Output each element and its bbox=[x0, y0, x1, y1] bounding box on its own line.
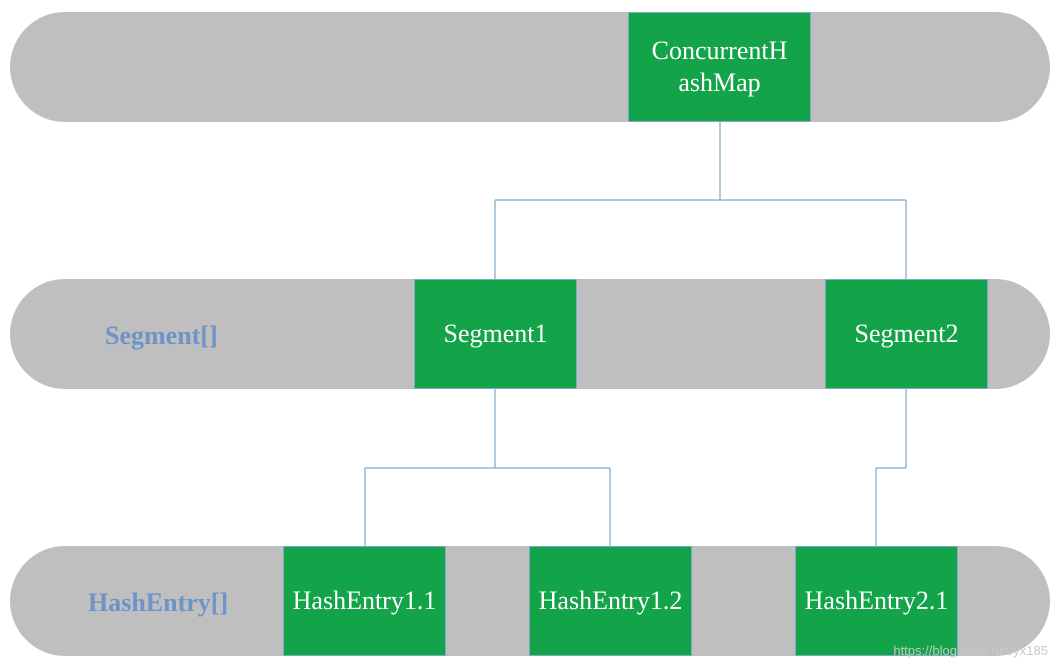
label-hashentry-array: HashEntry[] bbox=[88, 588, 228, 618]
hashentry12-text: HashEntry1.2 bbox=[539, 585, 683, 618]
hashentry11-text: HashEntry1.1 bbox=[293, 585, 437, 618]
box-hashentry-2-1: HashEntry2.1 bbox=[795, 546, 958, 656]
watermark-text: https://blog.csdn.net/yx185 bbox=[893, 643, 1048, 658]
box-hashentry-1-1: HashEntry1.1 bbox=[283, 546, 446, 656]
label-segment-array: Segment[] bbox=[105, 321, 218, 351]
segment2-text: Segment2 bbox=[855, 318, 959, 351]
top-title-line1: ConcurrentH bbox=[652, 36, 788, 65]
top-title-line2: ashMap bbox=[678, 68, 760, 97]
box-segment1: Segment1 bbox=[414, 279, 577, 389]
hashentry21-text: HashEntry2.1 bbox=[805, 585, 949, 618]
segment1-text: Segment1 bbox=[444, 318, 548, 351]
row-bar-top bbox=[10, 12, 1050, 122]
box-concurrenthashmap: ConcurrentH ashMap bbox=[628, 12, 811, 122]
box-hashentry-1-2: HashEntry1.2 bbox=[529, 546, 692, 656]
box-segment2: Segment2 bbox=[825, 279, 988, 389]
